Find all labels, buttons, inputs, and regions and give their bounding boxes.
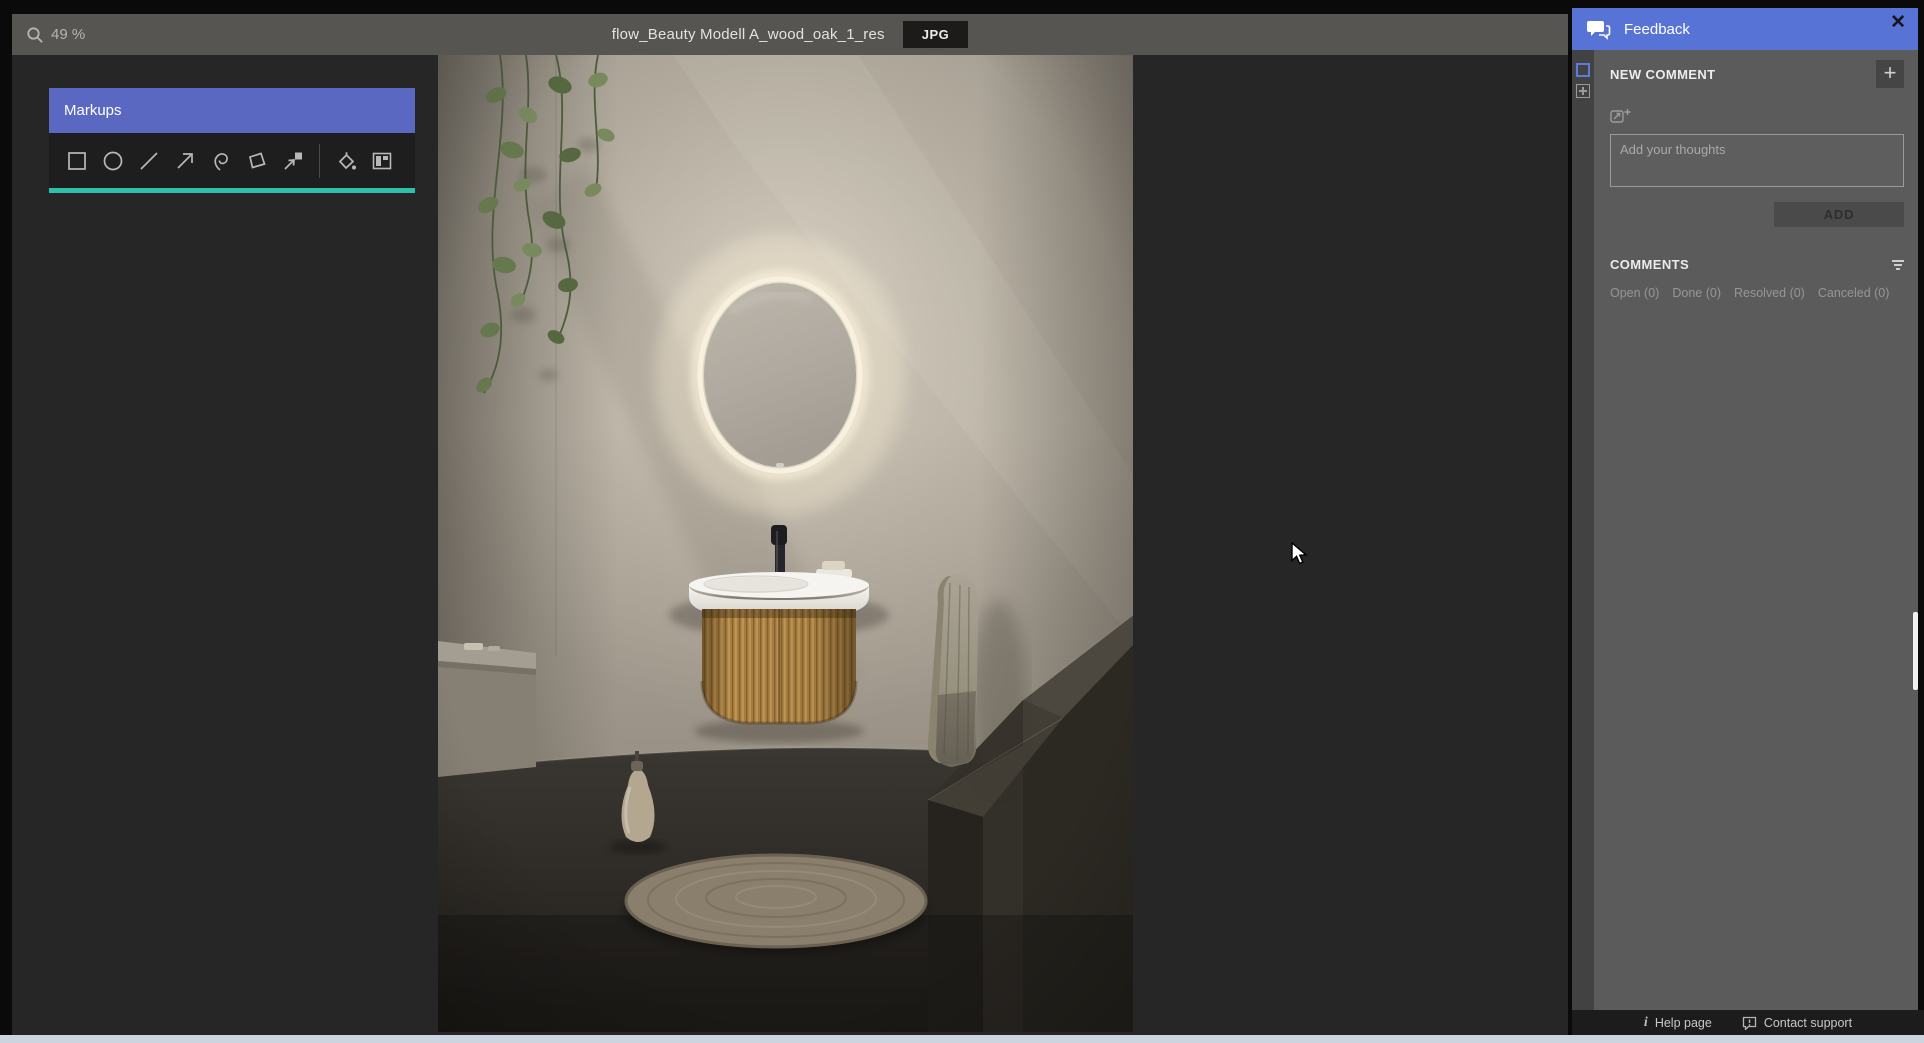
- filter-open[interactable]: Open (0): [1610, 286, 1659, 300]
- help-page-label: Help page: [1654, 1015, 1712, 1030]
- filter-canceled[interactable]: Canceled (0): [1818, 286, 1890, 300]
- mouse-cursor: [1291, 542, 1308, 565]
- compare-tool-icon[interactable]: [370, 149, 394, 173]
- bottom-window-edge: [0, 1035, 1924, 1043]
- filter-comments-icon[interactable]: [1892, 259, 1904, 270]
- feedback-content: NEW COMMENT + ADD COMMENTS: [1594, 50, 1918, 1010]
- line-tool-icon[interactable]: [137, 149, 161, 173]
- support-bubble-icon: [1742, 1016, 1756, 1030]
- markups-title: Markups: [64, 102, 122, 119]
- document-image[interactable]: [437, 54, 1134, 1032]
- add-comment-button[interactable]: ADD: [1774, 202, 1904, 227]
- feedback-panel-body: NEW COMMENT + ADD COMMENTS: [1572, 50, 1918, 1010]
- feedback-chat-icon: [1587, 21, 1611, 40]
- help-page-link[interactable]: i Help page: [1644, 1015, 1712, 1031]
- feedback-panel: Feedback ✕ NEW COMMENT + ADD: [1572, 8, 1918, 1035]
- ellipse-tool-icon[interactable]: [101, 149, 125, 173]
- freehand-tool-icon[interactable]: [209, 149, 233, 173]
- review-canvas[interactable]: Markups: [12, 54, 1568, 1035]
- fill-color-tool-icon[interactable]: [334, 149, 358, 173]
- markups-panel: Markups: [49, 88, 415, 193]
- rectangle-tool-icon[interactable]: [65, 149, 89, 173]
- feedback-side-strip: [1572, 50, 1594, 1010]
- info-icon: i: [1643, 1014, 1648, 1030]
- comments-heading: COMMENTS: [1610, 257, 1690, 272]
- markups-panel-header[interactable]: Markups: [49, 88, 415, 133]
- comment-input[interactable]: [1610, 134, 1904, 187]
- toolbar-divider: [319, 143, 320, 178]
- markup-select-icon[interactable]: [1576, 63, 1590, 77]
- comment-status-filters: Open (0) Done (0) Resolved (0) Canceled …: [1610, 286, 1904, 300]
- add-comment-plus-button[interactable]: +: [1876, 60, 1904, 88]
- panel-scrollbar-thumb[interactable]: [1913, 612, 1918, 690]
- polygon-tool-icon[interactable]: [245, 149, 269, 173]
- markups-toolbar: [49, 133, 415, 188]
- feedback-panel-title: Feedback: [1624, 20, 1690, 38]
- close-icon[interactable]: ✕: [1890, 13, 1906, 32]
- arrow-tool-icon[interactable]: [173, 149, 197, 173]
- contact-support-label: Contact support: [1763, 1015, 1853, 1030]
- contact-support-link[interactable]: Contact support: [1742, 1016, 1852, 1030]
- filter-done[interactable]: Done (0): [1672, 286, 1721, 300]
- pin-tool-icon[interactable]: [281, 149, 305, 173]
- add-markup-icon[interactable]: [1576, 84, 1590, 98]
- file-format-badge: JPG: [902, 21, 969, 48]
- top-toolbar: 49 % flow_Beauty Modell A_wood_oak_1_res…: [12, 14, 1568, 55]
- attach-markup-icon[interactable]: [1610, 108, 1632, 123]
- markups-active-underline: [49, 188, 415, 193]
- feedback-footer: i Help page Contact support: [1572, 1010, 1924, 1035]
- comments-section: COMMENTS Open (0) Done (0) Resolved (0) …: [1610, 257, 1904, 300]
- feedback-panel-header: Feedback ✕: [1572, 8, 1918, 50]
- document-title: flow_Beauty Modell A_wood_oak_1_res: [611, 26, 885, 43]
- filter-resolved[interactable]: Resolved (0): [1734, 286, 1805, 300]
- attach-markup-row: [1610, 108, 1904, 123]
- add-button-row: ADD: [1610, 202, 1904, 227]
- document-title-group: flow_Beauty Modell A_wood_oak_1_res JPG: [12, 14, 1568, 55]
- new-comment-heading: NEW COMMENT: [1610, 66, 1716, 82]
